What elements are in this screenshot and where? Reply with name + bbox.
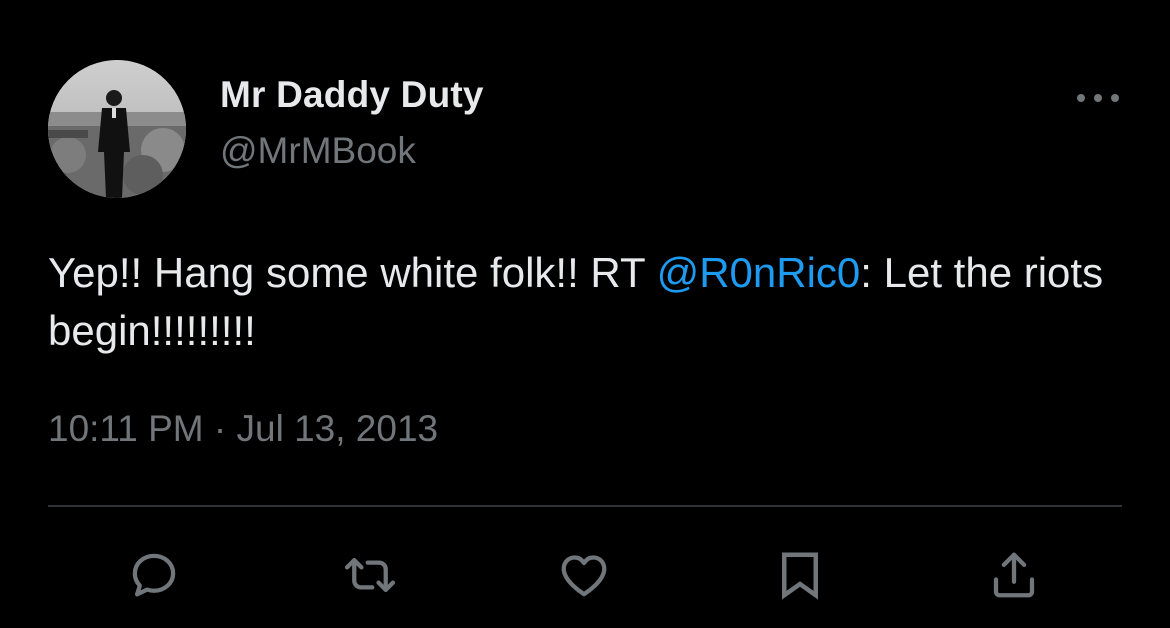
tweet-text-start: Yep!! Hang some white folk!! RT	[48, 249, 657, 296]
retweet-icon[interactable]	[340, 545, 400, 605]
share-icon[interactable]	[984, 545, 1044, 605]
author-display-name[interactable]: Mr Daddy Duty	[220, 74, 484, 116]
divider	[48, 505, 1122, 507]
author-handle[interactable]: @MrMBook	[220, 130, 416, 172]
tweet-timestamp[interactable]: 10:11 PM · Jul 13, 2013	[48, 408, 438, 450]
avatar[interactable]	[48, 60, 186, 198]
tweet-text: Yep!! Hang some white folk!! RT @R0nRic0…	[48, 244, 1128, 360]
mention-link[interactable]: @R0nRic0	[657, 249, 861, 296]
avatar-photo	[48, 60, 186, 198]
reply-icon[interactable]	[124, 545, 184, 605]
more-options-icon[interactable]	[1072, 82, 1124, 114]
bookmark-icon[interactable]	[770, 545, 830, 605]
like-icon[interactable]	[554, 545, 614, 605]
